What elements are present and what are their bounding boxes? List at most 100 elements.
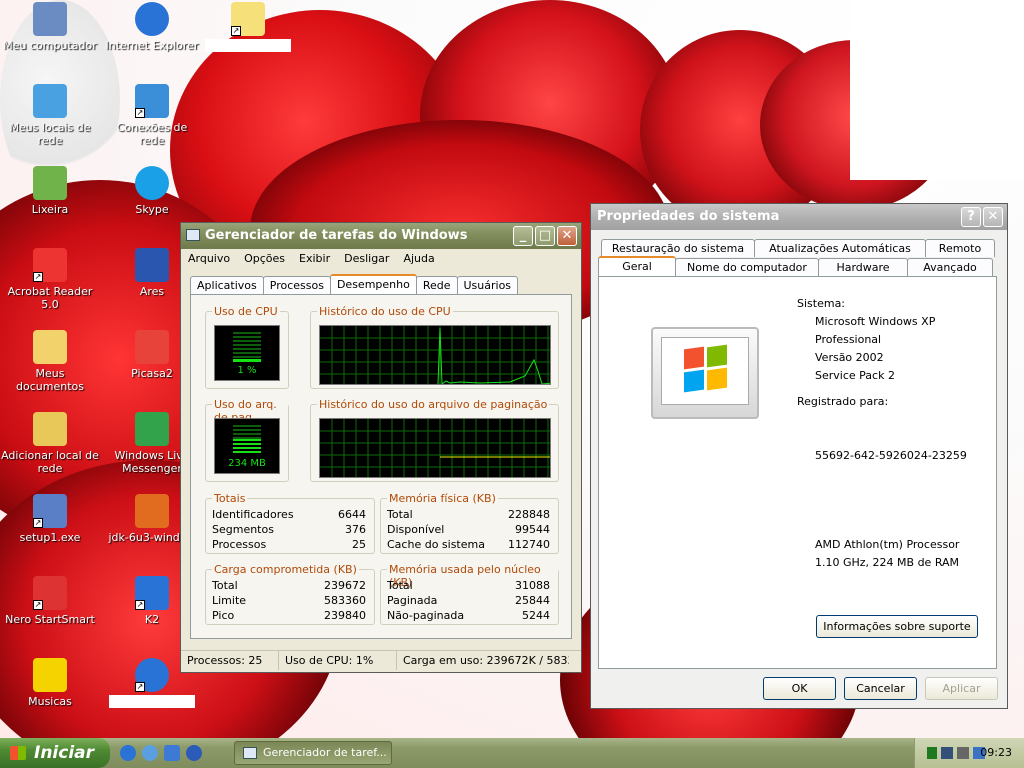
task-manager-task-button[interactable]: Gerenciador de taref...: [234, 741, 392, 765]
desktop-icon-label: K2: [144, 613, 160, 626]
tab-hardware[interactable]: Hardware: [818, 258, 908, 276]
tab-usuarios[interactable]: Usuários: [456, 276, 519, 294]
minimize-button[interactable]: _: [513, 226, 533, 246]
tab-rede[interactable]: Rede: [415, 276, 458, 294]
stat-label: Disponível: [387, 523, 445, 536]
clock[interactable]: 09:23: [980, 746, 1012, 759]
task-manager-task-icon: [243, 747, 257, 759]
desktop-icon[interactable]: Skype: [102, 166, 202, 216]
help-button[interactable]: ?: [961, 207, 981, 227]
stat-row: Cache do sistema 112740: [387, 538, 550, 551]
close-button[interactable]: ✕: [557, 226, 577, 246]
desktop-icon[interactable]: Adicionar local de rede: [0, 412, 100, 475]
task-manager-title: Gerenciador de tarefas do Windows: [205, 228, 468, 243]
desktop-icon-label: Skype: [135, 203, 169, 216]
task-manager-titlebar[interactable]: Gerenciador de tarefas do Windows _ □ ✕: [181, 223, 581, 249]
tab-geral[interactable]: Geral: [598, 256, 676, 277]
status-cpu: Uso de CPU: 1%: [279, 651, 397, 670]
system-properties-titlebar[interactable]: Propriedades do sistema ? ✕: [591, 204, 1007, 230]
stat-value: 99544: [515, 523, 550, 536]
cpu-history-title: Histórico do uso de CPU: [317, 305, 453, 318]
os-name: Microsoft Windows XP: [815, 315, 936, 328]
help-icon: ?: [967, 209, 975, 224]
desktop-icon-label: Musicas: [28, 695, 72, 708]
stat-label: Pico: [212, 609, 235, 622]
os-service-pack: Service Pack 2: [815, 369, 895, 382]
desktop-icon[interactable]: ↗ Conexões de rede: [102, 84, 202, 147]
shortcut-arrow-icon: ↗: [231, 26, 241, 36]
desktop-icon[interactable]: ↗ Acrobat Reader 5.0: [0, 248, 100, 311]
os-edition: Professional: [815, 333, 882, 346]
pf-history-title: Histórico do uso do arquivo de paginação: [317, 398, 550, 411]
general-panel: Sistema: Microsoft Windows XP Profession…: [598, 276, 997, 669]
ok-button[interactable]: OK: [763, 677, 836, 700]
system-properties-window: Propriedades do sistema ? ✕ Restauração …: [590, 203, 1008, 709]
menu-arquivo[interactable]: Arquivo: [188, 249, 230, 269]
tab-avancado[interactable]: Avançado: [907, 258, 993, 276]
menu-exibir[interactable]: Exibir: [299, 249, 330, 269]
status-commit: Carga em uso: 239672K / 583360K: [403, 654, 569, 667]
stat-row: Disponível 99544: [387, 523, 550, 536]
menu-opcoes[interactable]: Opções: [244, 249, 285, 269]
desktop-icon[interactable]: ↗ setup1.exe: [0, 494, 100, 544]
desktop-icon[interactable]: ↗: [198, 2, 298, 55]
monitor-icon[interactable]: [941, 747, 953, 759]
tab-restauracao[interactable]: Restauração do sistema: [601, 239, 755, 257]
stat-row: Total 228848: [387, 508, 550, 521]
show-desktop-icon[interactable]: [164, 745, 180, 761]
desktop-icon-label: setup1.exe: [19, 531, 81, 544]
start-button[interactable]: Iniciar: [0, 738, 110, 768]
desktop-icon[interactable]: Musicas: [0, 658, 100, 708]
totals-group: Totais Identificadores 6644 Segmentos 376 Pr…: [205, 492, 375, 554]
network-icon[interactable]: [927, 747, 937, 759]
tab-nome-computador[interactable]: Nome do computador: [675, 258, 819, 276]
volume-icon[interactable]: [957, 747, 969, 759]
pf-usage-meter: 234 MB: [214, 418, 280, 474]
stat-label: Identificadores: [212, 508, 294, 521]
shortcut-arrow-icon: ↗: [135, 600, 145, 610]
messenger-quicklaunch-icon[interactable]: [142, 745, 158, 761]
globe-icon: ↗: [135, 658, 169, 692]
desktop-icon-label: Internet Explorer: [105, 39, 199, 52]
shortcut-arrow-icon: ↗: [33, 272, 43, 282]
ie-quicklaunch-icon[interactable]: [120, 745, 136, 761]
os-version: Versão 2002: [815, 351, 884, 364]
stat-row: Paginada 25844: [387, 594, 550, 607]
task-button-label: Gerenciador de taref...: [263, 746, 387, 759]
desktop-icon-label: Picasa2: [131, 367, 173, 380]
close-button[interactable]: ✕: [983, 207, 1003, 227]
quick-launch: [120, 745, 202, 761]
pf-usage-group: Uso do arq. de pag 234 MB: [205, 398, 289, 482]
stat-label: Segmentos: [212, 523, 274, 536]
system-tray: 09:23: [914, 738, 1024, 768]
stat-label: Não-paginada: [387, 609, 465, 622]
desktop-icon[interactable]: Meu computador: [0, 2, 100, 52]
desktop-icon[interactable]: Meus documentos: [0, 330, 100, 393]
computer-icon: [33, 2, 67, 36]
ares-icon: [135, 248, 169, 282]
desktop-icon[interactable]: Meus locais de rede: [0, 84, 100, 147]
desktop-icon[interactable]: Internet Explorer: [102, 2, 202, 52]
start-label: Iniciar: [34, 743, 95, 763]
maximize-button[interactable]: □: [535, 226, 555, 246]
java-icon: [135, 494, 169, 528]
stat-value: 376: [345, 523, 366, 536]
desktop-icon-label: [109, 695, 195, 708]
media-player-icon[interactable]: [186, 745, 202, 761]
menu-ajuda[interactable]: Ajuda: [403, 249, 434, 269]
cancel-button[interactable]: Cancelar: [844, 677, 917, 700]
menu-desligar[interactable]: Desligar: [344, 249, 389, 269]
apply-button[interactable]: Aplicar: [925, 677, 998, 700]
tab-remoto[interactable]: Remoto: [925, 239, 995, 257]
stat-row: Total 239672: [212, 579, 366, 592]
desktop-icon[interactable]: Lixeira: [0, 166, 100, 216]
stat-value: 5244: [522, 609, 550, 622]
tab-processos[interactable]: Processos: [262, 276, 331, 294]
support-info-button[interactable]: Informações sobre suporte: [816, 615, 978, 638]
tab-atualizacoes[interactable]: Atualizações Automáticas: [754, 239, 926, 257]
desktop-icon[interactable]: ↗ Nero StartSmart: [0, 576, 100, 626]
desktop-icon-label: Ares: [139, 285, 165, 298]
tab-aplicativos[interactable]: Aplicativos: [190, 276, 264, 294]
pf-history-group: Histórico do uso do arquivo de paginação: [310, 398, 559, 482]
tab-desempenho[interactable]: Desempenho: [329, 274, 417, 295]
